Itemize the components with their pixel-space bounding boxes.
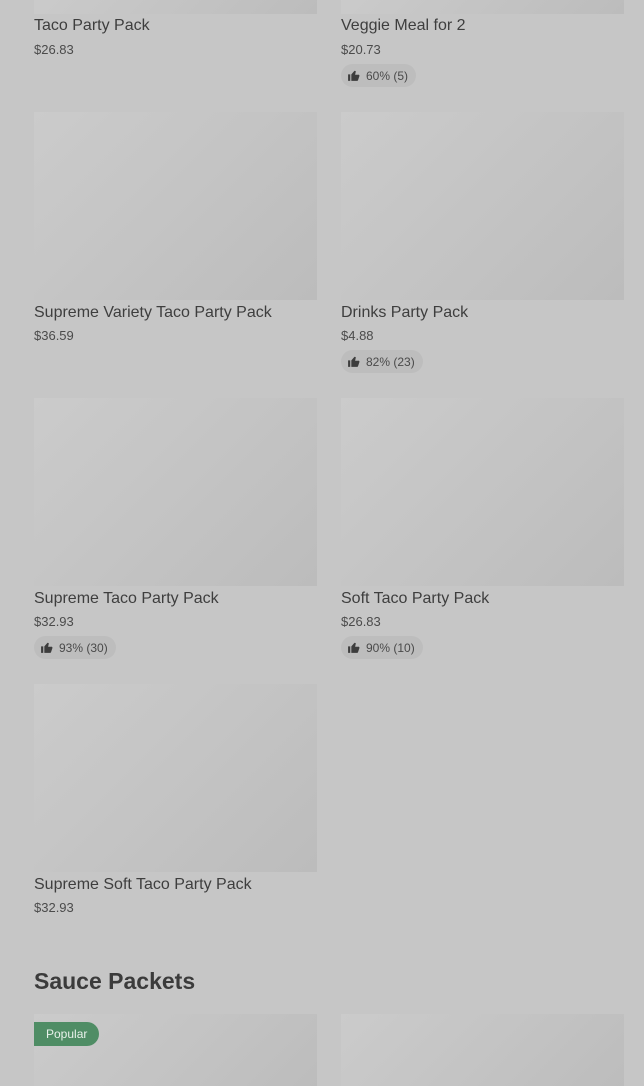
popular-badge: Popular [34,1022,100,1046]
product-image[interactable] [34,398,317,586]
product-image[interactable] [34,112,317,300]
product-image[interactable] [341,0,624,14]
rating-badge: 93% (30) [34,636,116,659]
product-image[interactable] [341,112,624,300]
product-name: Drinks Party Pack [341,304,469,321]
rating-text: 90% (10) [366,640,415,655]
thumbs-up-icon [41,642,53,653]
menu-page: Taco Party Pack $26.83 Veggie Meal for 2… [0,0,644,1086]
product-image[interactable] [341,398,624,586]
product-image[interactable] [34,0,317,14]
product-price: $4.88 [341,328,374,343]
product-name: Supreme Taco Party Pack [34,590,219,607]
rating-badge: 90% (10) [341,636,423,659]
product-price: $20.73 [341,42,381,57]
thumbs-up-icon [348,70,360,81]
product-name: Taco Party Pack [34,17,150,34]
product-price: $26.83 [34,42,74,57]
product-price: $32.93 [34,614,74,629]
product-image[interactable] [34,684,317,872]
rating-text: 82% (23) [366,354,415,369]
thumbs-up-icon [348,642,360,653]
product-name: Veggie Meal for 2 [341,17,466,34]
rating-text: 60% (5) [366,68,409,83]
product-price: $26.83 [341,614,381,629]
product-price: $36.59 [34,328,74,343]
rating-badge: 82% (23) [341,350,423,373]
thumbs-up-icon [348,356,360,367]
rating-text: 93% (30) [59,640,108,655]
product-name: Supreme Soft Taco Party Pack [34,876,252,893]
product-name: Supreme Variety Taco Party Pack [34,304,272,321]
rating-badge: 60% (5) [341,64,417,87]
product-name: Soft Taco Party Pack [341,590,490,607]
product-price: $32.93 [34,900,74,915]
product-image[interactable] [341,1014,624,1086]
section-title: Sauce Packets [34,968,196,994]
